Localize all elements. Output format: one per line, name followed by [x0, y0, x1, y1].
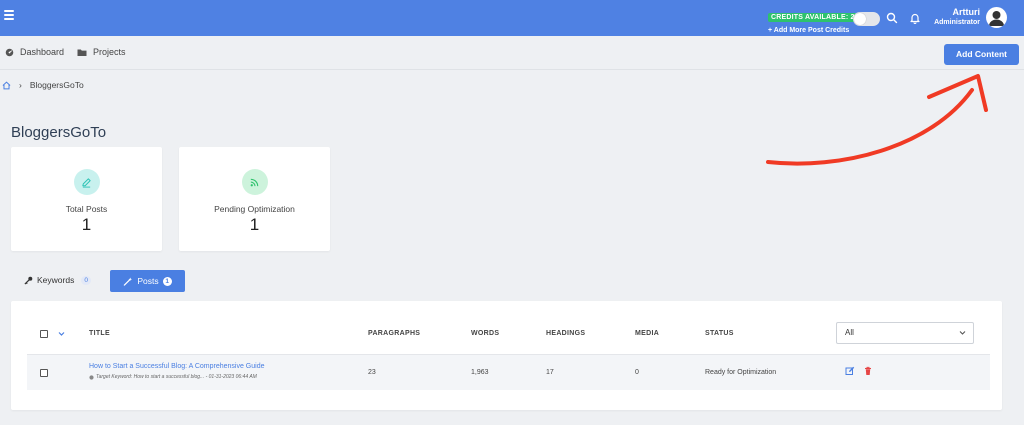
key-icon [24, 276, 33, 285]
nav-item-label: Dashboard [20, 47, 65, 57]
target-dot-icon [89, 374, 94, 380]
post-title-link[interactable]: How to Start a Successful Blog: A Compre… [89, 363, 264, 370]
credits-area: CREDITS AVAILABLE: 2 + Add More Post Cre… [768, 6, 858, 34]
chevron-down-icon[interactable] [58, 331, 65, 337]
avatar[interactable] [986, 7, 1007, 28]
dashboard-icon [5, 48, 14, 56]
magic-wand-icon [124, 276, 133, 286]
cell-words: 1,963 [471, 369, 489, 376]
tab-posts[interactable]: Posts 1 [110, 270, 185, 292]
column-header-words[interactable]: WORDS [471, 330, 499, 337]
stat-label: Pending Optimization [214, 204, 295, 214]
stat-icon-wrap [73, 169, 100, 195]
nav-item-label: Projects [93, 47, 126, 57]
tab-label: Posts [137, 276, 159, 286]
search-icon[interactable] [886, 12, 898, 24]
breadcrumb: › BloggersGoTo [2, 80, 84, 90]
tab-keywords[interactable]: Keywords 0 [24, 275, 91, 285]
folder-icon [77, 49, 87, 56]
rss-icon [250, 178, 259, 186]
stat-value: 1 [249, 215, 260, 234]
status-filter-value: All [845, 328, 854, 337]
hamburger-menu-icon[interactable] [4, 10, 14, 20]
add-content-button[interactable]: Add Content [944, 44, 1019, 65]
toggle-knob [854, 13, 866, 25]
post-meta-text: Target Keyword: How to start a successfu… [96, 374, 257, 380]
post-meta: Target Keyword: How to start a successfu… [89, 374, 257, 380]
cell-media: 0 [635, 369, 639, 376]
credits-badge: CREDITS AVAILABLE: 2 [768, 13, 858, 22]
table-row: How to Start a Successful Blog: A Compre… [27, 354, 990, 390]
column-header-paragraphs[interactable]: PARAGRAPHS [368, 330, 420, 337]
stat-value: 1 [81, 215, 92, 234]
select-all-checkbox[interactable] [40, 330, 48, 338]
bell-icon[interactable] [909, 12, 921, 24]
row-checkbox[interactable] [40, 369, 48, 377]
cell-status: Ready for Optimization [705, 369, 777, 376]
keywords-count-badge: 0 [81, 275, 91, 285]
user-info[interactable]: Artturi Administrator [925, 7, 980, 26]
home-icon[interactable] [2, 80, 11, 90]
trash-icon[interactable] [863, 366, 873, 376]
posts-count-badge: 1 [162, 276, 172, 286]
page-title: BloggersGoTo [11, 124, 107, 141]
theme-toggle[interactable] [853, 12, 880, 26]
status-filter-select[interactable]: All [836, 322, 974, 344]
top-bar: CREDITS AVAILABLE: 2 + Add More Post Cre… [0, 0, 1024, 36]
edit-icon[interactable] [845, 366, 855, 376]
posts-table: TITLE PARAGRAPHS WORDS HEADINGS MEDIA ST… [11, 301, 1002, 410]
nav-item-projects[interactable]: Projects [77, 47, 126, 57]
stat-label: Total Posts [65, 204, 108, 214]
user-name: Artturi [952, 7, 981, 17]
user-avatar-icon [989, 11, 1004, 26]
breadcrumb-current: BloggersGoTo [29, 80, 84, 90]
nav-item-dashboard[interactable]: Dashboard [5, 47, 64, 57]
column-header-title[interactable]: TITLE [89, 330, 110, 337]
nav-row: Dashboard Projects [0, 36, 1024, 70]
stat-icon-wrap [241, 169, 268, 195]
stat-card-total-posts: Total Posts 1 [11, 147, 162, 251]
tab-label: Keywords [37, 275, 75, 285]
stat-card-pending-optimization: Pending Optimization 1 [179, 147, 330, 251]
cell-headings: 17 [546, 369, 554, 376]
cell-paragraphs: 23 [368, 369, 376, 376]
column-header-status[interactable]: STATUS [705, 330, 734, 337]
column-header-media[interactable]: MEDIA [635, 330, 659, 337]
user-role: Administrator [934, 19, 980, 26]
chevron-down-icon [959, 331, 966, 335]
pencil-icon [82, 177, 91, 188]
column-header-headings[interactable]: HEADINGS [546, 330, 585, 337]
add-credits-link[interactable]: + Add More Post Credits [768, 27, 858, 34]
breadcrumb-separator: › [19, 80, 22, 90]
